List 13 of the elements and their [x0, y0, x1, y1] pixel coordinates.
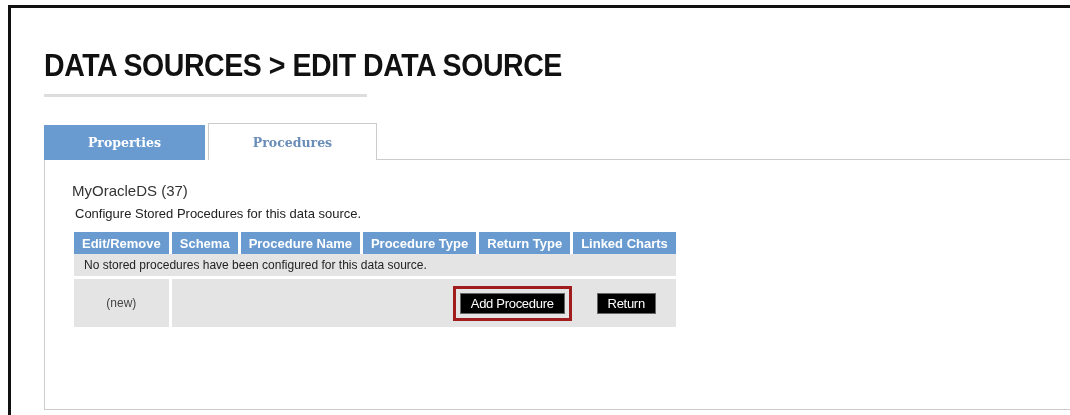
- table-cell: No stored procedures have been configured for this data source.: [74, 254, 676, 279]
- description-text: Configure Stored Procedures for this data source.: [75, 206, 363, 221]
- column-header: Procedure Type: [362, 232, 477, 254]
- column-header: Schema: [171, 232, 238, 254]
- column-header: Edit/Remove: [74, 232, 169, 254]
- action-button[interactable]: Return: [596, 292, 656, 314]
- column-header: Procedure Name: [240, 232, 360, 254]
- page-title: DATA SOURCES > EDIT DATA SOURCE: [44, 48, 562, 84]
- column-header: Return Type: [479, 232, 571, 254]
- table-cell: (new): [74, 279, 169, 327]
- column-header: Linked Charts: [573, 232, 676, 254]
- data-source-name: MyOracleDS (37): [72, 182, 189, 199]
- action-button[interactable]: Add Procedure: [459, 292, 565, 314]
